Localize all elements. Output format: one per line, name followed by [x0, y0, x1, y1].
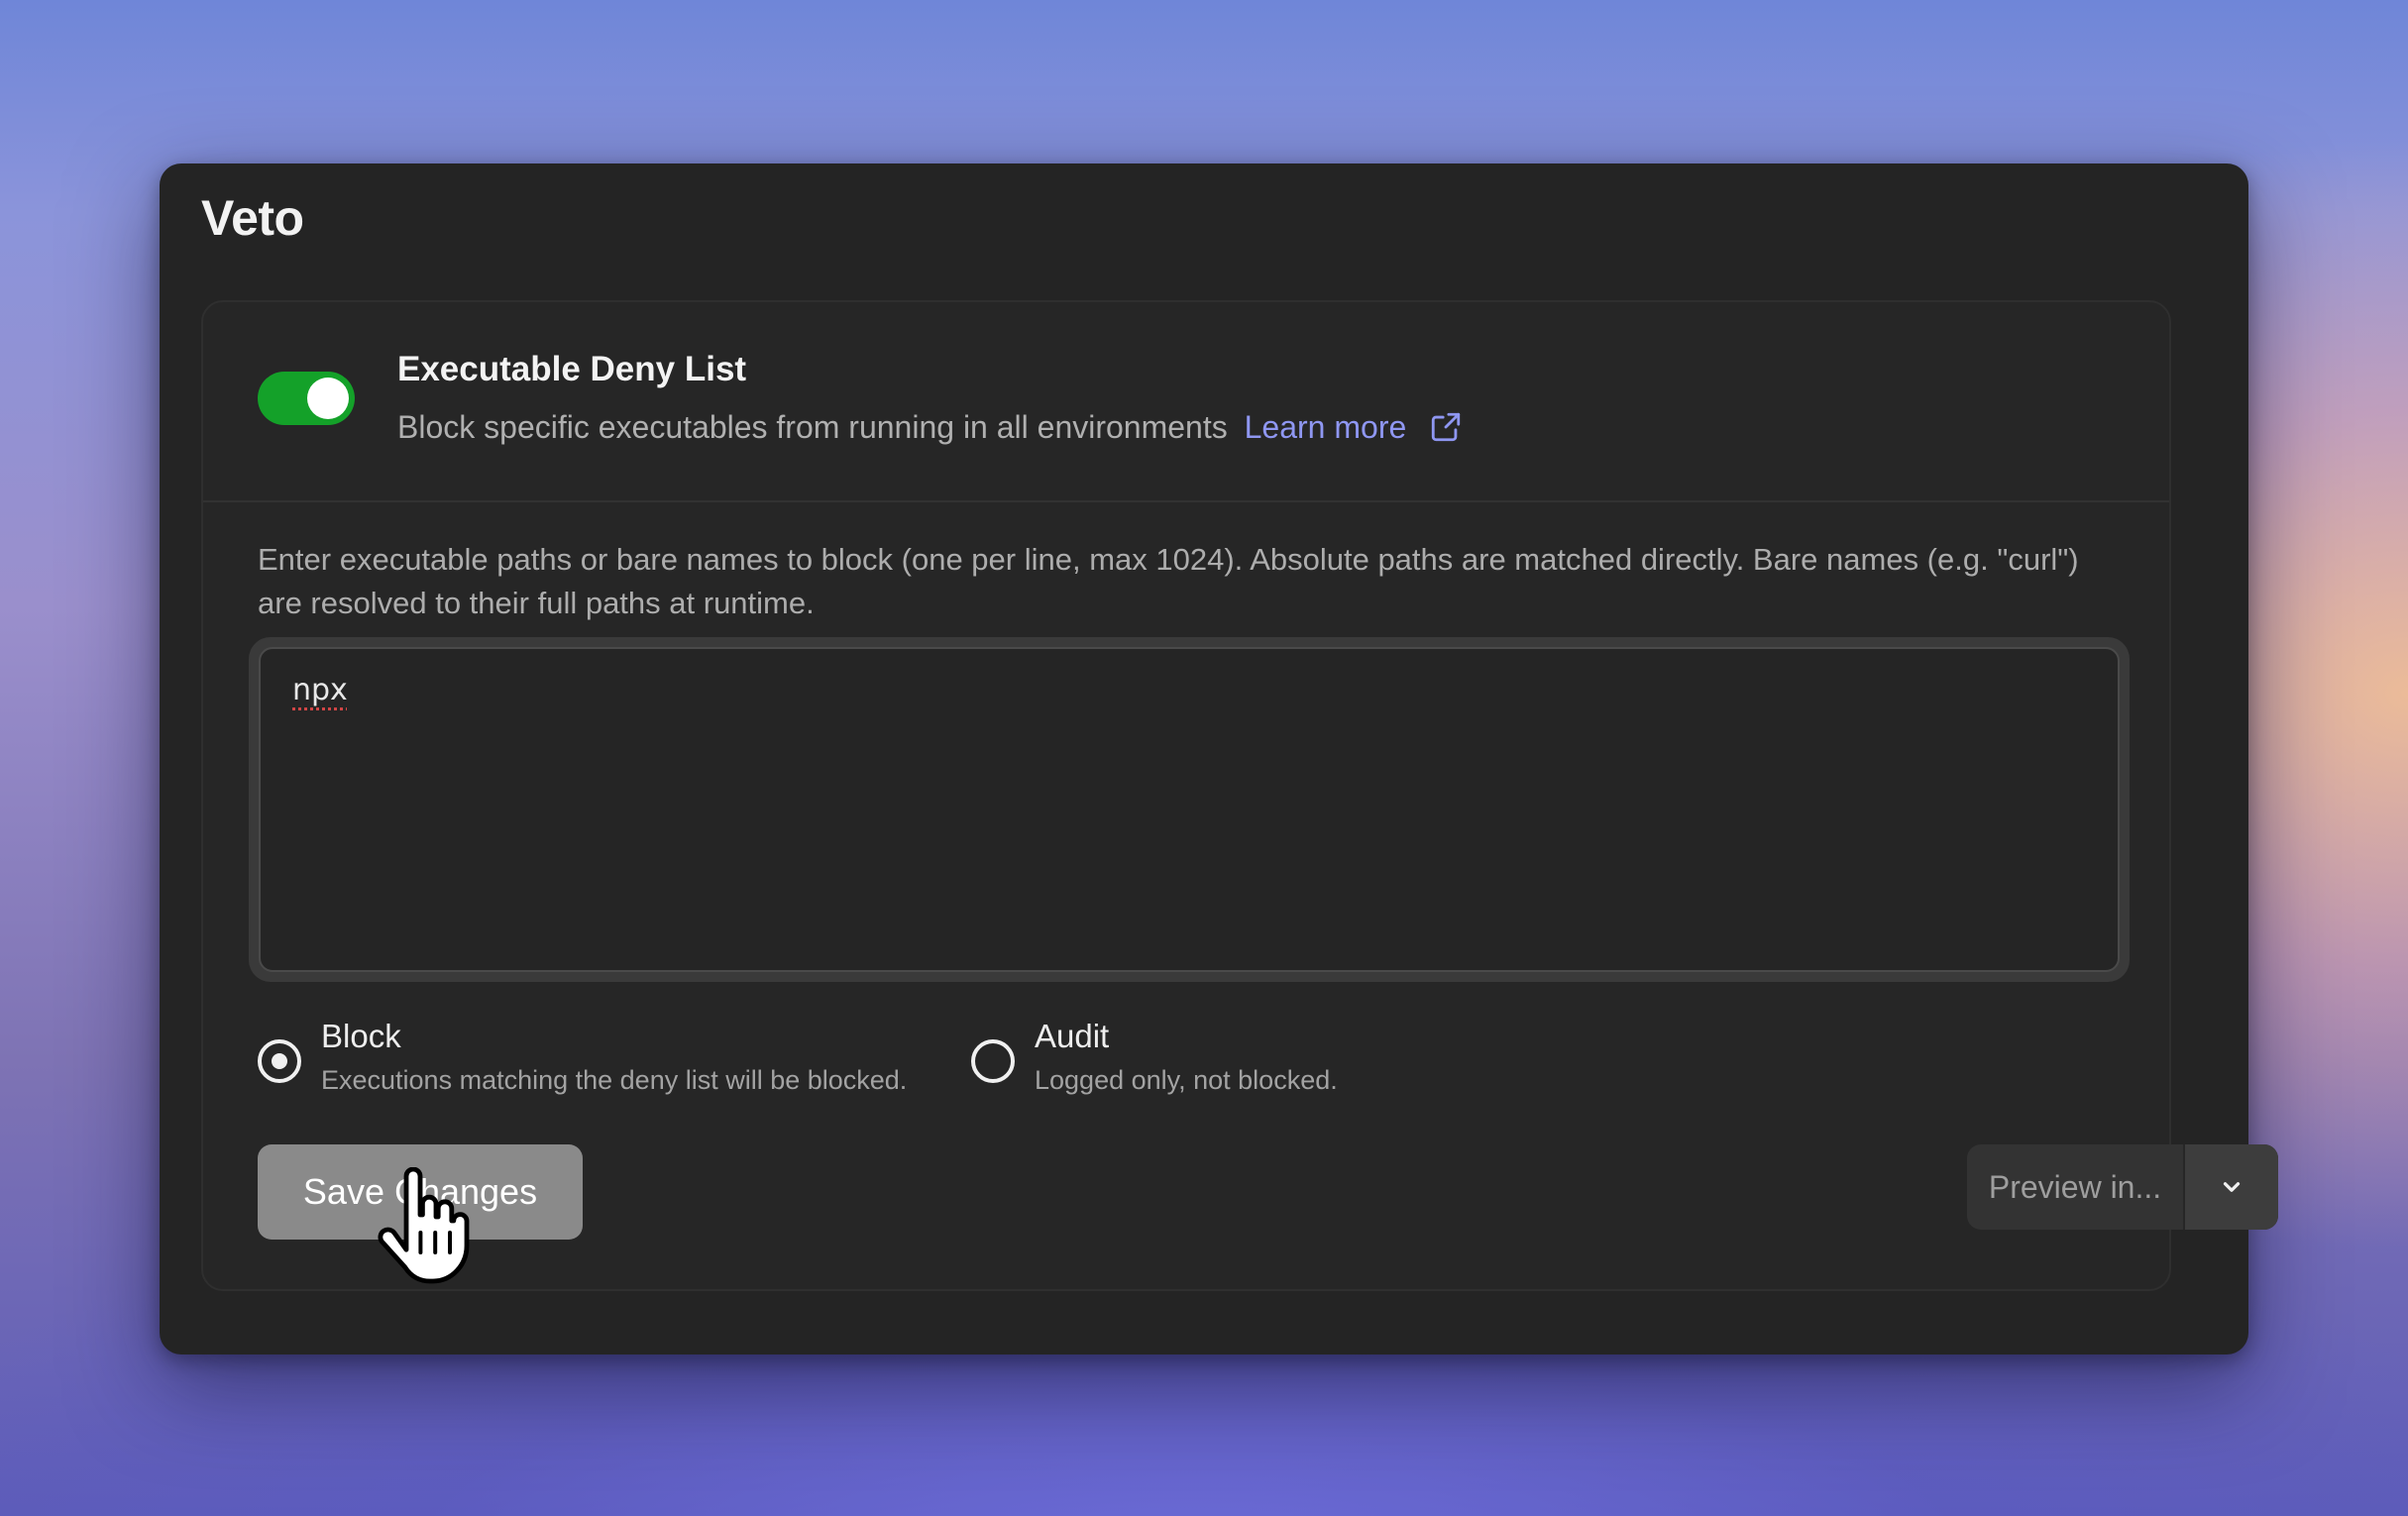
preview-split-button: Preview in...	[1967, 1144, 2278, 1230]
chevron-down-icon	[2223, 1182, 2241, 1192]
preview-button[interactable]: Preview in...	[1967, 1144, 2183, 1230]
deny-list-instructions: Enter executable paths or bare names to …	[258, 542, 2079, 620]
block-description: Executions matching the deny list will b…	[321, 1065, 908, 1095]
feature-title: Executable Deny List	[397, 350, 747, 388]
audit-label: Audit	[1035, 1018, 1110, 1054]
audit-description: Logged only, not blocked.	[1035, 1065, 1338, 1095]
deny-list-toggle[interactable]	[258, 372, 355, 425]
app-title: Veto	[201, 190, 304, 246]
block-label: Block	[321, 1018, 401, 1054]
feature-description: Block specific executables from running …	[397, 409, 1228, 445]
audit-radio[interactable]	[971, 1039, 1015, 1083]
feature-description-row: Block specific executables from running …	[397, 409, 1463, 452]
app-window: Veto Executable Deny List Block specific…	[160, 163, 2278, 1354]
deny-list-card: Executable Deny List Block specific exec…	[201, 300, 2278, 1291]
toggle-knob	[307, 378, 349, 419]
preview-dropdown-button[interactable]	[2183, 1144, 2278, 1230]
learn-more-label: Learn more	[1244, 409, 1407, 445]
deny-list-textarea[interactable]: npx	[259, 647, 2120, 972]
deny-list-textarea-focus-ring: npx	[249, 637, 2130, 982]
save-changes-button[interactable]: Save Changes	[258, 1144, 583, 1240]
radio-selected-dot	[272, 1053, 287, 1069]
block-radio[interactable]	[258, 1039, 301, 1083]
learn-more-link[interactable]: Learn more	[1245, 409, 1464, 445]
external-link-icon	[1429, 410, 1463, 452]
card-header: Executable Deny List Block specific exec…	[203, 302, 2169, 502]
